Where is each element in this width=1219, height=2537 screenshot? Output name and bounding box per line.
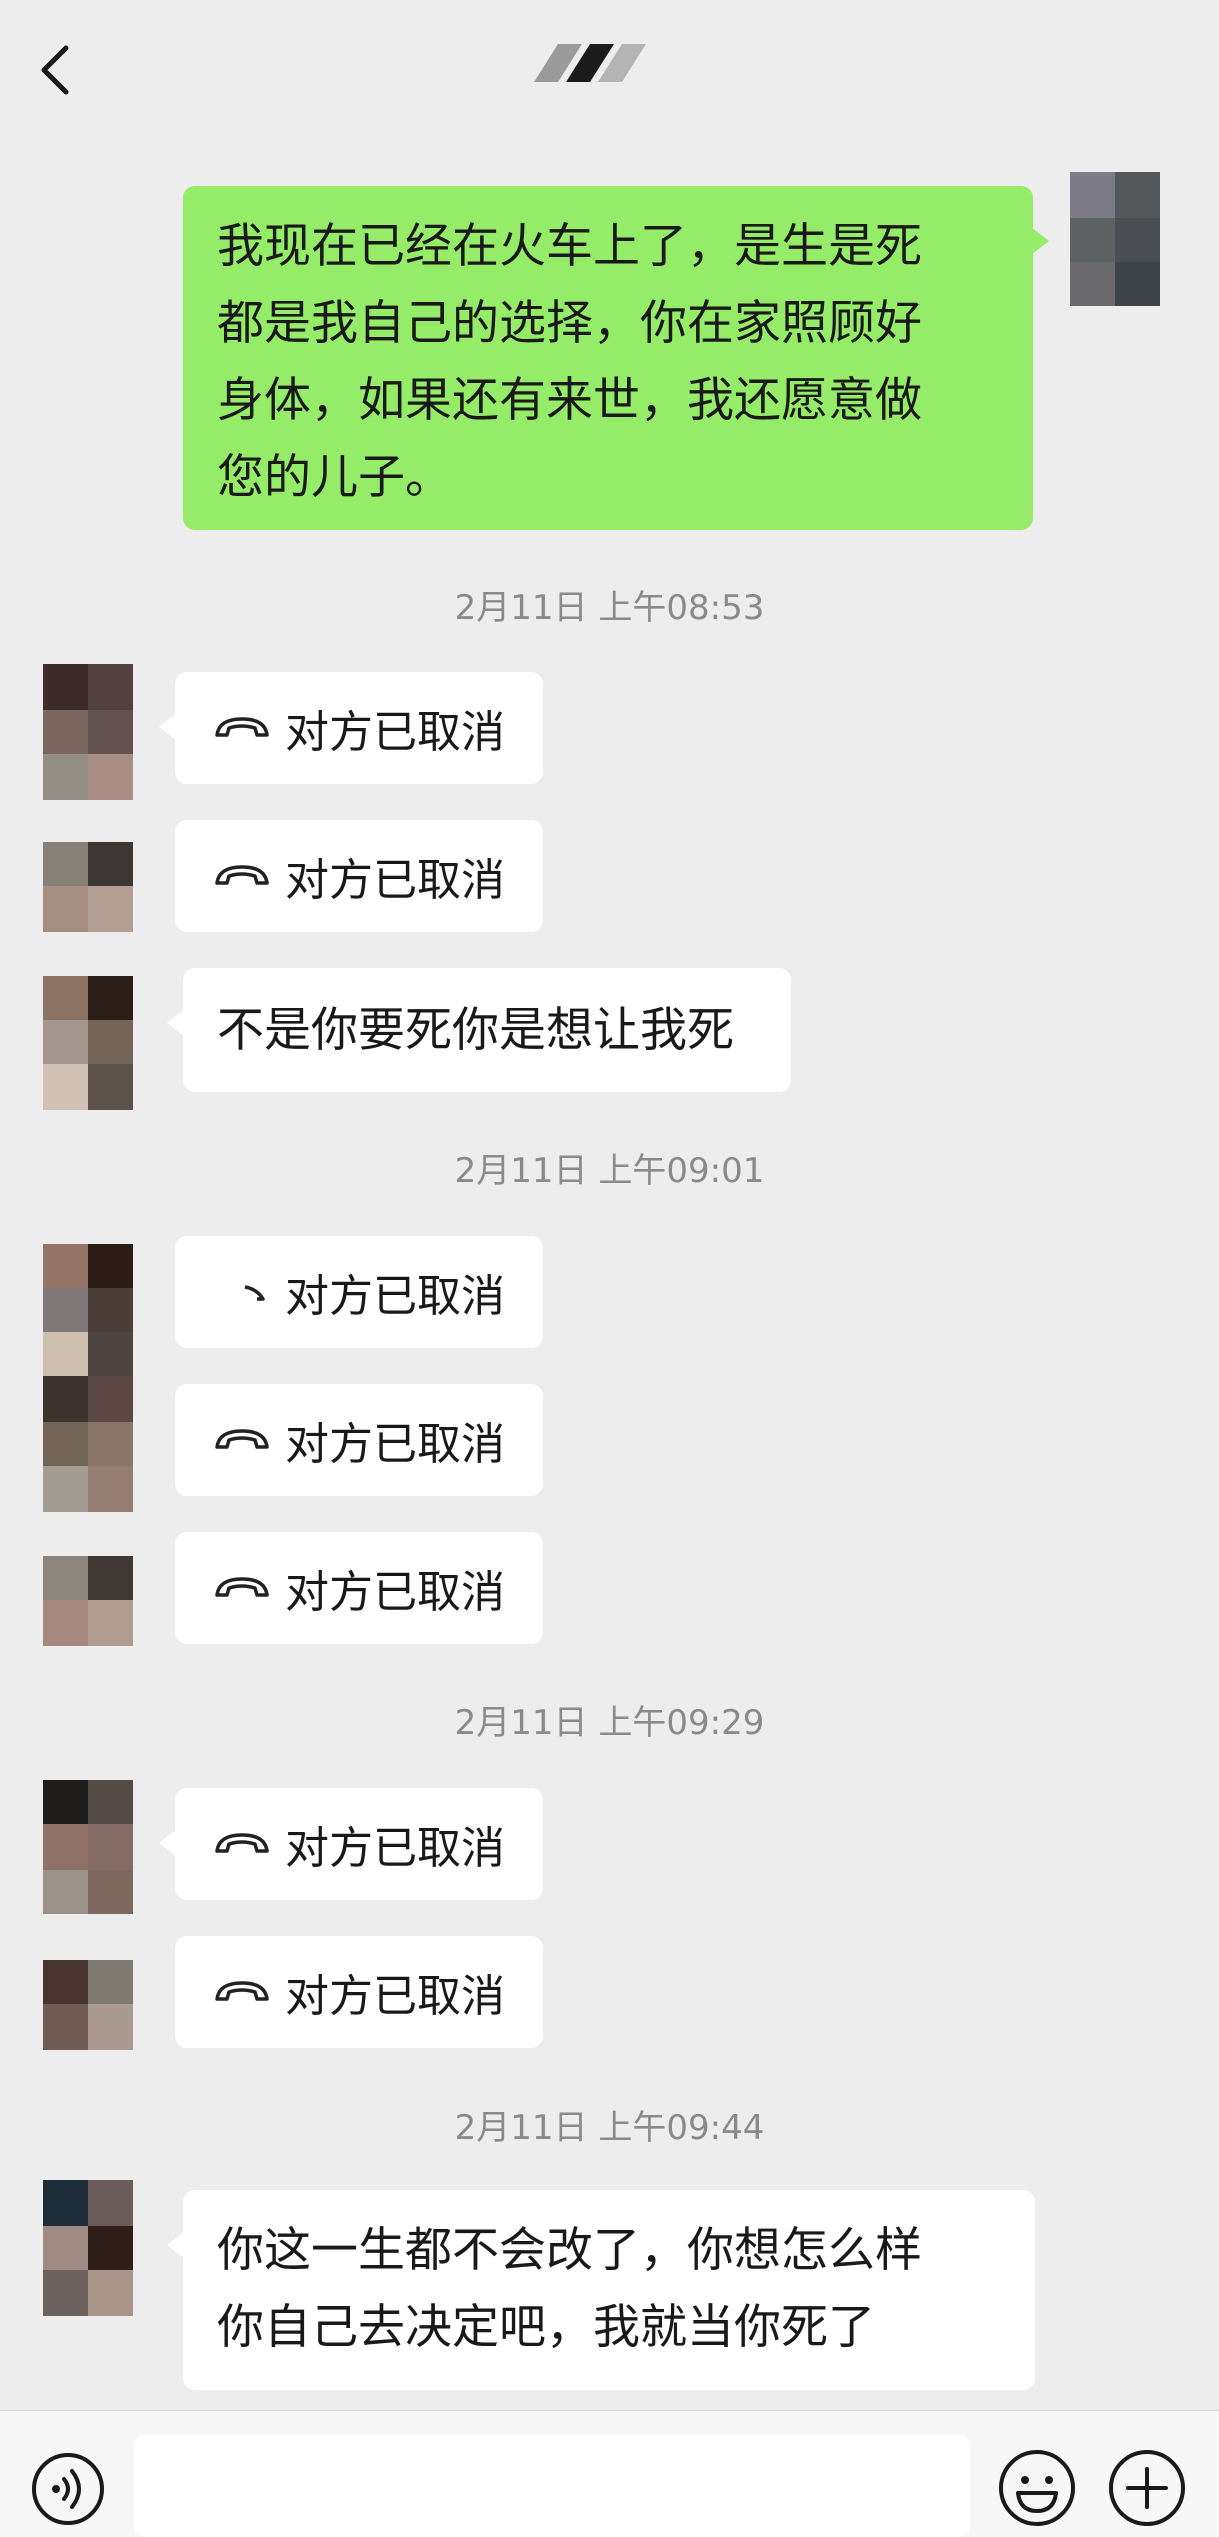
emoji-button[interactable] [996,2447,1078,2529]
call-status-text: 对方已取消 [285,1971,505,2022]
phone-partial-icon [244,1285,265,1301]
call-status-text: 对方已取消 [285,855,505,906]
call-status-text: 对方已取消 [285,1567,505,1618]
phone-hangup-icon [215,717,269,737]
voice-button[interactable] [30,2451,106,2527]
incoming-message-bubble[interactable]: 你这一生都不会改了，你想怎么样 你自己去决定吧，我就当你死了 [167,2190,1035,2390]
message-input[interactable] [134,2435,970,2537]
call-status-text: 对方已取消 [285,1823,505,1874]
plus-icon [1109,2450,1185,2526]
input-bar [0,2410,1219,2537]
call-canceled-bubble[interactable]: 对方已取消 [159,1788,543,1900]
phone-hangup-icon [215,1429,269,1449]
timestamp: 2月11日 上午08:53 [454,588,765,628]
phone-hangup-icon [215,1833,269,1853]
own-avatar[interactable] [1070,172,1160,306]
contact-avatar[interactable] [43,1960,133,2050]
phone-hangup-icon [215,1577,269,1597]
message-text: 你这一生都不会改了，你想怎么样 你自己去决定吧，我就当你死了 [217,2223,922,2355]
call-canceled-bubble[interactable]: 对方已取消 [175,1236,543,1348]
message-text: 不是你要死你是想让我死 [217,1003,734,1058]
contact-avatar[interactable] [43,2180,133,2316]
contact-avatar[interactable] [43,1780,133,1914]
emoji-icon [999,2450,1075,2526]
call-canceled-bubble[interactable]: 对方已取消 [175,1936,543,2048]
call-status-text: 对方已取消 [285,1419,505,1470]
contact-avatar[interactable] [43,664,133,800]
timestamp: 2月11日 上午09:29 [454,1703,765,1743]
call-canceled-bubble[interactable]: 对方已取消 [175,1532,543,1644]
contact-avatar[interactable] [43,1244,133,1512]
call-status-text: 对方已取消 [285,1271,505,1322]
timestamp: 2月11日 上午09:44 [454,2108,765,2148]
more-button[interactable] [1106,2447,1188,2529]
incoming-message-bubble[interactable]: 不是你要死你是想让我死 [167,968,791,1092]
call-canceled-bubble[interactable]: 对方已取消 [175,1384,543,1496]
call-canceled-bubble[interactable]: 对方已取消 [159,672,543,784]
timestamp: 2月11日 上午09:01 [454,1151,765,1191]
phone-hangup-icon [215,865,269,885]
contact-avatar[interactable] [43,1556,133,1646]
message-text: 我现在已经在火车上了，是生是死 都是我自己的选择，你在家照顾好 身体，如果还有来… [217,219,922,505]
call-canceled-bubble[interactable]: 对方已取消 [175,820,543,932]
contact-avatar[interactable] [43,976,133,1110]
call-status-text: 对方已取消 [285,707,505,758]
contact-avatar[interactable] [43,842,133,932]
voice-icon [32,2453,104,2525]
outgoing-message-bubble[interactable]: 我现在已经在火车上了，是生是死 都是我自己的选择，你在家照顾好 身体，如果还有来… [183,186,1049,530]
message-list[interactable]: 我现在已经在火车上了，是生是死 都是我自己的选择，你在家照顾好 身体，如果还有来… [0,0,1219,2410]
phone-hangup-icon [215,1981,269,2001]
